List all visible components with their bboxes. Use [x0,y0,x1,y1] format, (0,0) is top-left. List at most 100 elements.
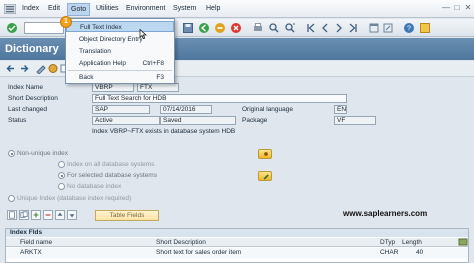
row-field-name[interactable]: ARKTX [20,249,42,256]
package-label: Package [242,117,268,124]
help-icon[interactable]: ? [403,22,415,34]
table-header: Field name Short Description DTyp Length [6,238,468,247]
menu-item-application-help[interactable]: Application Help Ctrl+F8 [66,58,174,69]
goto-menu-dropdown: Full Text Index Object Directory Entry T… [65,18,175,84]
non-unique-radio[interactable] [8,150,15,157]
menu-item-full-text-index[interactable]: Full Text Index [66,21,174,32]
new-session-icon[interactable] [368,22,380,34]
col-dtyp[interactable]: DTyp [380,239,395,246]
shortcut-icon[interactable] [382,22,394,34]
status-label: Status [8,117,27,124]
menu-item-label: Back [79,74,94,81]
back-arrow-icon[interactable] [5,63,17,74]
copy-button[interactable] [19,210,29,220]
selected-db-radio[interactable] [58,172,65,179]
menu-goto[interactable]: Goto [67,3,91,16]
watermark-text: www.saplearners.com [343,209,428,218]
insert-row-icon [33,212,39,218]
next-page-icon[interactable] [333,22,345,34]
menu-edit[interactable]: Edit [48,5,60,12]
menu-utilities[interactable]: Utilities [96,5,119,12]
display-change-icon[interactable] [35,63,47,74]
move-up-button[interactable] [55,210,65,220]
non-unique-label: Non-unique index [17,150,68,157]
step-number-badge: 1 [60,16,72,28]
menu-index[interactable]: Index [22,5,39,12]
enter-check-icon[interactable] [6,22,18,34]
menu-help[interactable]: Help [206,5,220,12]
menu-bar: Index Edit Goto Utilities Environment Sy… [0,0,474,18]
menu-environment[interactable]: Environment [126,5,165,12]
print-icon[interactable] [252,22,264,34]
table-row[interactable]: ARKTX Short text for sales order item CH… [6,248,468,258]
no-db-index-label: No database index [67,183,122,190]
back-icon[interactable] [198,22,210,34]
first-page-icon[interactable] [305,22,317,34]
menu-item-object-directory-entry[interactable]: Object Directory Entry [66,34,174,45]
copy-icon [20,211,28,218]
customize-layout-icon[interactable] [419,22,431,34]
table-toolbar: Table Fields [7,210,307,222]
table-name-field[interactable]: VBRP [92,83,134,92]
col-short-description[interactable]: Short Description [156,239,206,246]
find-icon[interactable] [268,22,280,34]
db-systems-button[interactable] [258,149,272,159]
cancel-icon[interactable] [230,22,242,34]
status-field[interactable]: Active [92,116,160,125]
changed-by-field[interactable]: SAP [92,105,150,114]
column-settings-icon[interactable] [458,238,468,246]
menu-shortcut: Ctrl+F8 [142,60,165,67]
exit-icon[interactable] [214,22,226,34]
row-dtyp: CHAR [380,249,399,256]
minimize-icon[interactable]: — [441,3,451,13]
document-icon [9,211,15,219]
no-db-index-radio[interactable] [58,183,65,190]
saved-status-field[interactable]: Saved [160,116,236,125]
all-db-label: Index on all database systems [67,161,155,168]
last-page-icon[interactable] [347,22,359,34]
forward-arrow-icon[interactable] [18,63,30,74]
sap-menu-icon[interactable] [4,4,16,14]
edit-db-list-button[interactable] [258,171,272,181]
original-language-field[interactable]: EN [334,105,347,114]
close-icon[interactable]: ✕ [463,3,473,13]
find-next-icon[interactable] [284,22,296,34]
row-length: 40 [416,249,424,256]
active-inactive-icon[interactable] [47,63,59,74]
index-id-field[interactable]: FTX [137,83,179,92]
menu-separator [68,70,172,71]
page-title: Dictionary [5,43,59,55]
delete-row-button[interactable] [43,210,53,220]
selected-db-label: For selected database systems [67,172,157,179]
svg-text:?: ? [407,26,411,33]
all-db-radio[interactable] [58,161,65,168]
col-length[interactable]: Length [402,239,422,246]
mouse-cursor-icon [139,29,147,39]
move-down-button[interactable] [67,210,77,220]
row-short-description: Short text for sales order item [156,249,242,256]
last-changed-label: Last changed [8,106,48,113]
table-fields-button[interactable]: Table Fields [95,210,159,221]
insert-row-button[interactable] [31,210,41,220]
changed-on-field[interactable]: 07/14/2016 [160,105,212,114]
menu-item-back[interactable]: Back F3 [66,72,174,83]
prev-page-icon[interactable] [319,22,331,34]
package-field[interactable]: VF [334,116,376,125]
menu-item-translation[interactable]: Translation [66,46,174,57]
short-description-field[interactable]: Full Text Search for HDB [92,94,347,103]
index-name-label: Index Name [8,84,44,91]
command-field[interactable] [24,22,64,34]
save-icon[interactable] [182,22,194,34]
maximize-icon[interactable]: □ [452,3,462,13]
menu-item-label: Object Directory Entry [79,36,143,43]
details-button[interactable] [7,210,17,220]
menu-system[interactable]: System [173,5,196,12]
table-title: Index Flds [6,229,468,237]
arrow-down-icon [69,214,75,218]
col-field-name[interactable]: Field name [20,239,52,246]
unique-index-label: Unique Index (database index required) [17,195,132,202]
unique-index-radio[interactable] [8,195,15,202]
arrow-up-icon [57,212,63,216]
db-systems-icon [264,152,268,156]
delete-row-icon [45,214,51,216]
